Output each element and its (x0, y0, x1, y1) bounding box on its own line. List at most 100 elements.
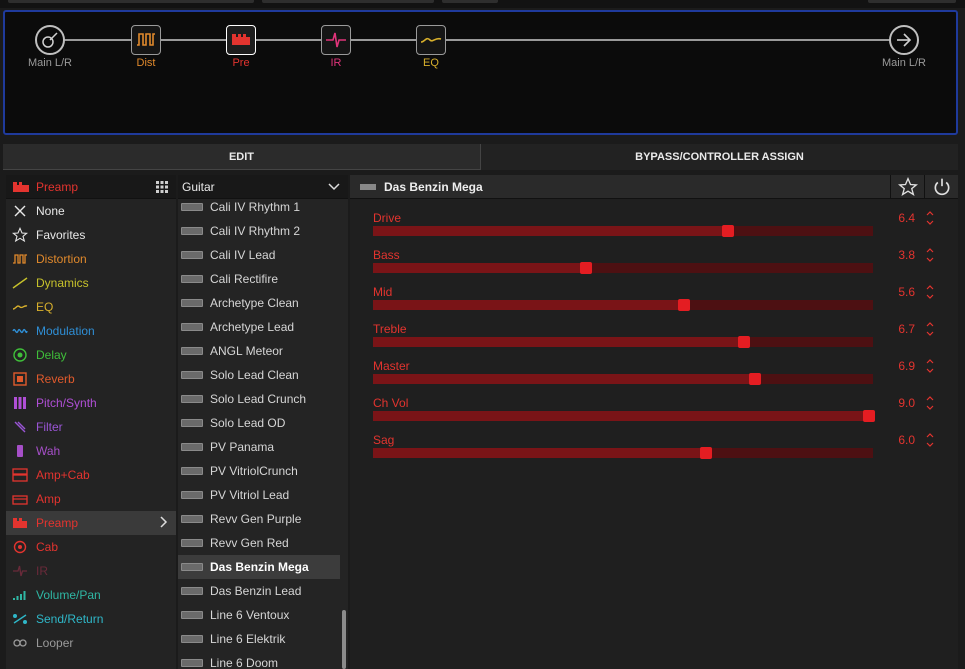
category-item-pitch-synth[interactable]: Pitch/Synth (6, 391, 176, 415)
model-item[interactable]: Archetype Lead (178, 315, 340, 339)
param-slider-handle[interactable] (722, 225, 734, 237)
param-slider-handle[interactable] (749, 373, 761, 385)
category-item-dynamics[interactable]: Dynamics (6, 271, 176, 295)
param-slider-handle[interactable] (738, 336, 750, 348)
category-item-label: Modulation (36, 324, 95, 338)
category-item-volume-pan[interactable]: Volume/Pan (6, 583, 176, 607)
param-slider[interactable] (373, 447, 873, 459)
preamp-icon (232, 34, 250, 45)
model-thumbnail (181, 347, 203, 355)
param-stepper-icon[interactable] (925, 320, 935, 338)
favorite-button[interactable] (890, 174, 924, 199)
model-item[interactable]: ANGL Meteor (178, 339, 340, 363)
top-tab-1[interactable] (8, 0, 254, 3)
category-item-none[interactable]: None (6, 199, 176, 223)
param-stepper-icon[interactable] (925, 357, 935, 375)
model-item[interactable]: PV Panama (178, 435, 340, 459)
param-slider-handle[interactable] (580, 262, 592, 274)
model-item[interactable]: Das Benzin Mega (178, 555, 340, 579)
model-item[interactable]: Revv Gen Red (178, 531, 340, 555)
model-list-scrollbar[interactable] (342, 610, 346, 669)
category-item-distortion[interactable]: Distortion (6, 247, 176, 271)
param-value[interactable]: 3.8 (898, 248, 915, 262)
model-item-label: Line 6 Elektrik (210, 632, 286, 646)
category-item-looper[interactable]: Looper (6, 631, 176, 655)
dist-block[interactable] (131, 25, 161, 55)
model-thumbnail (181, 323, 203, 331)
category-item-eq[interactable]: EQ (6, 295, 176, 319)
param-stepper-icon[interactable] (925, 246, 935, 264)
param-value[interactable]: 6.9 (898, 359, 915, 373)
param-slider-handle[interactable] (678, 299, 690, 311)
model-item[interactable]: Das Benzin Lead (178, 579, 340, 603)
category-item-delay[interactable]: Delay (6, 343, 176, 367)
model-item[interactable]: Archetype Clean (178, 291, 340, 315)
model-item[interactable]: Revv Gen Purple (178, 507, 340, 531)
top-tab-3[interactable] (442, 0, 498, 3)
ir-icon (12, 563, 28, 579)
category-item-amp-cab[interactable]: Amp+Cab (6, 463, 176, 487)
category-header[interactable]: Preamp (6, 175, 176, 199)
param-value[interactable]: 6.0 (898, 433, 915, 447)
param-slider[interactable] (373, 410, 875, 422)
model-item[interactable]: Line 6 Doom (178, 651, 340, 669)
category-item-amp[interactable]: Amp (6, 487, 176, 511)
top-tab-4[interactable] (868, 0, 956, 3)
model-item[interactable]: Cali IV Rhythm 2 (178, 219, 340, 243)
category-item-preamp[interactable]: Preamp (6, 511, 176, 535)
param-slider[interactable] (373, 336, 873, 348)
param-name: Bass (373, 248, 400, 262)
category-item-cab[interactable]: Cab (6, 535, 176, 559)
param-slider[interactable] (373, 225, 873, 237)
model-item[interactable]: Cali IV Lead (178, 243, 340, 267)
model-thumbnail (181, 251, 203, 259)
output-node[interactable] (889, 25, 919, 55)
model-item[interactable]: PV VitriolCrunch (178, 459, 340, 483)
param-value[interactable]: 5.6 (898, 285, 915, 299)
send-return-icon (12, 611, 28, 627)
category-item-reverb[interactable]: Reverb (6, 367, 176, 391)
eq-block[interactable] (416, 25, 446, 55)
param-value[interactable]: 6.4 (898, 211, 915, 225)
param-stepper-icon[interactable] (925, 431, 935, 449)
model-item[interactable]: Line 6 Ventoux (178, 603, 340, 627)
preamp-block[interactable] (226, 25, 256, 55)
category-item-label: Pitch/Synth (36, 396, 97, 410)
category-item-modulation[interactable]: Modulation (6, 319, 176, 343)
param-value[interactable]: 9.0 (898, 396, 915, 410)
param-slider-handle[interactable] (863, 410, 875, 422)
param-name: Master (373, 359, 410, 373)
model-category-dropdown[interactable]: Guitar (178, 175, 348, 199)
preamp-icon (12, 515, 28, 531)
model-item[interactable]: PV Vitriol Lead (178, 483, 340, 507)
model-item[interactable]: Solo Lead Crunch (178, 387, 340, 411)
category-item-favorites[interactable]: Favorites (6, 223, 176, 247)
grid-view-icon[interactable] (156, 180, 168, 193)
category-item-label: Reverb (36, 372, 75, 386)
param-value[interactable]: 6.7 (898, 322, 915, 336)
input-node[interactable] (35, 25, 65, 55)
tab-edit[interactable]: EDIT (3, 144, 480, 170)
param-slider[interactable] (373, 299, 873, 311)
model-item[interactable]: Solo Lead OD (178, 411, 340, 435)
model-item-label: Revv Gen Red (210, 536, 289, 550)
ir-block[interactable] (321, 25, 351, 55)
param-stepper-icon[interactable] (925, 209, 935, 227)
category-item-wah[interactable]: Wah (6, 439, 176, 463)
category-item-ir[interactable]: IR (6, 559, 176, 583)
model-item-label: Das Benzin Lead (210, 584, 302, 598)
model-item-label: Line 6 Ventoux (210, 608, 290, 622)
bypass-power-button[interactable] (924, 174, 958, 199)
model-item[interactable]: Line 6 Elektrik (178, 627, 340, 651)
tab-bypass-controller-assign[interactable]: BYPASS/CONTROLLER ASSIGN (480, 144, 958, 170)
category-item-filter[interactable]: Filter (6, 415, 176, 439)
param-stepper-icon[interactable] (925, 283, 935, 301)
param-stepper-icon[interactable] (925, 394, 935, 412)
category-item-send-return[interactable]: Send/Return (6, 607, 176, 631)
model-item[interactable]: Solo Lead Clean (178, 363, 340, 387)
top-tab-2[interactable] (262, 0, 434, 3)
model-item[interactable]: Cali Rectifire (178, 267, 340, 291)
param-slider[interactable] (373, 373, 873, 385)
param-slider-handle[interactable] (700, 447, 712, 459)
param-slider[interactable] (373, 262, 873, 274)
